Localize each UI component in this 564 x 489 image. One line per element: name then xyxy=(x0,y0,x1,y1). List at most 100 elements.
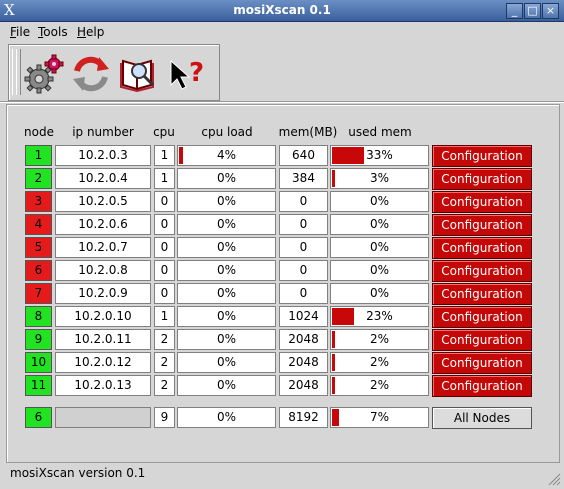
node-status-cell: 6 xyxy=(25,260,52,281)
svg-text:?: ? xyxy=(189,58,204,88)
cpu-cell: 0 xyxy=(154,191,175,212)
cpu-cell: 1 xyxy=(154,168,175,189)
ip-cell: 10.2.0.10 xyxy=(55,306,151,327)
node-status-cell: 2 xyxy=(25,168,52,189)
ip-cell: 10.2.0.7 xyxy=(55,237,151,258)
mem-cell: 0 xyxy=(279,191,328,212)
configuration-button[interactable]: Configuration xyxy=(432,283,532,305)
node-status-cell: 8 xyxy=(25,306,52,327)
total-cpu: 9 xyxy=(154,407,175,428)
cpu-cell: 1 xyxy=(154,145,175,166)
menu-tools[interactable]: Tools xyxy=(38,25,68,39)
cpu-cell: 0 xyxy=(154,260,175,281)
header-node: node xyxy=(24,125,54,139)
used-mem-cell: 0% xyxy=(330,260,429,281)
menu-bar: File Tools Help xyxy=(0,22,564,42)
cpu-cell: 2 xyxy=(154,329,175,350)
header-ip: ip number xyxy=(72,125,134,139)
configuration-button[interactable]: Configuration xyxy=(432,237,532,259)
header-cpu: cpu xyxy=(153,125,175,139)
cpu-load-cell: 0% xyxy=(177,283,276,304)
cpu-cell: 1 xyxy=(154,306,175,327)
total-node-count: 6 xyxy=(25,407,52,428)
cpu-load-cell: 0% xyxy=(177,237,276,258)
mem-cell: 0 xyxy=(279,214,328,235)
used-mem-cell: 2% xyxy=(330,352,429,373)
used-mem-cell: 33% xyxy=(330,145,429,166)
cpu-load-cell: 0% xyxy=(177,375,276,396)
mem-cell: 1024 xyxy=(279,306,328,327)
ip-cell: 10.2.0.4 xyxy=(55,168,151,189)
configuration-button[interactable]: Configuration xyxy=(432,214,532,236)
header-cpu-load: cpu load xyxy=(201,125,253,139)
cpu-load-cell: 0% xyxy=(177,214,276,235)
ip-cell: 10.2.0.6 xyxy=(55,214,151,235)
maximize-icon[interactable]: □ xyxy=(524,3,541,19)
minimize-icon[interactable]: _ xyxy=(506,3,523,19)
ip-cell: 10.2.0.5 xyxy=(55,191,151,212)
used-mem-cell: 3% xyxy=(330,168,429,189)
node-status-cell: 1 xyxy=(25,145,52,166)
used-mem-cell: 0% xyxy=(330,191,429,212)
used-mem-bar xyxy=(332,331,335,348)
cpu-cell: 2 xyxy=(154,352,175,373)
mem-cell: 640 xyxy=(279,145,328,166)
title-bar[interactable]: X mosiXscan 0.1 _ □ × xyxy=(0,0,564,22)
status-bar-text: mosiXscan version 0.1 xyxy=(10,466,146,480)
node-status-cell: 10 xyxy=(25,352,52,373)
node-status-cell: 4 xyxy=(25,214,52,235)
menu-file[interactable]: File xyxy=(10,25,30,39)
mem-cell: 0 xyxy=(279,283,328,304)
toolbar: ? xyxy=(8,44,220,101)
cpu-cell: 0 xyxy=(154,237,175,258)
used-mem-cell: 0% xyxy=(330,214,429,235)
cpu-cell: 0 xyxy=(154,214,175,235)
mem-cell: 0 xyxy=(279,237,328,258)
ip-cell: 10.2.0.8 xyxy=(55,260,151,281)
node-status-cell: 11 xyxy=(25,375,52,396)
total-ip-empty xyxy=(55,407,151,428)
whats-this-help-icon[interactable]: ? xyxy=(165,51,209,95)
mem-cell: 2048 xyxy=(279,329,328,350)
mem-cell: 0 xyxy=(279,260,328,281)
configuration-button[interactable]: Configuration xyxy=(432,260,532,282)
ip-cell: 10.2.0.11 xyxy=(55,329,151,350)
used-mem-cell: 2% xyxy=(330,375,429,396)
cpu-load-cell: 0% xyxy=(177,260,276,281)
ip-cell: 10.2.0.9 xyxy=(55,283,151,304)
refresh-arrows-icon[interactable] xyxy=(69,51,113,95)
menu-help[interactable]: Help xyxy=(77,25,104,39)
configuration-button[interactable]: Configuration xyxy=(432,145,532,167)
cpu-load-cell: 0% xyxy=(177,168,276,189)
cpu-load-cell: 0% xyxy=(177,329,276,350)
all-nodes-button[interactable]: All Nodes xyxy=(432,407,532,429)
node-status-cell: 7 xyxy=(25,283,52,304)
close-icon[interactable]: × xyxy=(542,3,559,19)
cpu-load-cell: 0% xyxy=(177,352,276,373)
configuration-button[interactable]: Configuration xyxy=(432,329,532,351)
cpu-cell: 2 xyxy=(154,375,175,396)
mem-cell: 384 xyxy=(279,168,328,189)
header-used-mem: used mem xyxy=(348,125,412,139)
header-mem: mem(MB) xyxy=(278,125,338,139)
cpu-load-cell: 0% xyxy=(177,306,276,327)
used-mem-bar xyxy=(332,354,335,371)
total-used-mem: 7% xyxy=(330,407,429,428)
book-search-icon[interactable] xyxy=(117,51,161,95)
configuration-button[interactable]: Configuration xyxy=(432,352,532,374)
resize-grip-icon[interactable] xyxy=(547,472,561,486)
used-mem-bar xyxy=(332,170,335,187)
used-mem-bar xyxy=(332,308,354,325)
cpu-load-cell: 0% xyxy=(177,191,276,212)
total-mem: 8192 xyxy=(279,407,328,428)
node-status-cell: 9 xyxy=(25,329,52,350)
separator xyxy=(0,102,564,103)
used-mem-bar xyxy=(332,147,364,164)
configuration-button[interactable]: Configuration xyxy=(432,306,532,328)
settings-gears-icon[interactable] xyxy=(21,51,65,95)
configuration-button[interactable]: Configuration xyxy=(432,168,532,190)
mem-cell: 2048 xyxy=(279,375,328,396)
configuration-button[interactable]: Configuration xyxy=(432,191,532,213)
configuration-button[interactable]: Configuration xyxy=(432,375,532,397)
used-mem-bar xyxy=(332,409,339,426)
